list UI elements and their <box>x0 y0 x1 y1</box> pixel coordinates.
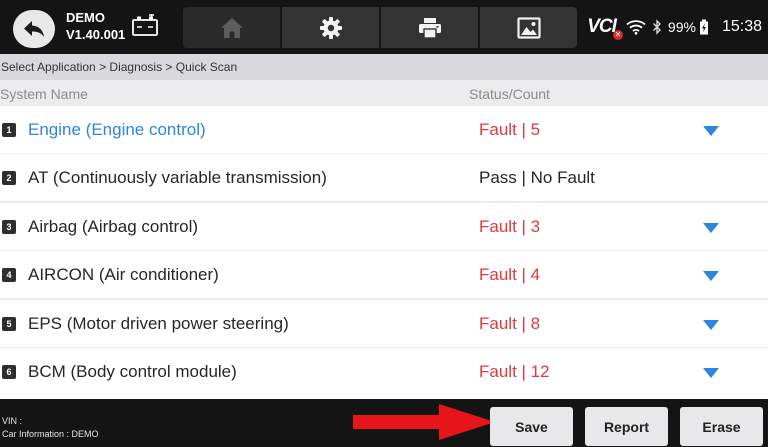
table-row[interactable]: 1 Engine (Engine control) Fault | 5 <box>0 106 768 153</box>
wifi-icon <box>626 19 646 35</box>
print-button[interactable] <box>381 7 480 48</box>
home-button[interactable] <box>183 7 282 48</box>
bottom-bar: VIN : Car Information : DEMO Save Report… <box>0 399 768 447</box>
row-index: 1 <box>2 123 16 137</box>
table-row[interactable]: 5 EPS (Motor driven power steering) Faul… <box>0 299 768 347</box>
row-index: 2 <box>2 171 16 186</box>
system-status: Fault | 5 <box>479 120 541 139</box>
vci-indicator: VCI ✕ <box>587 16 623 40</box>
home-icon <box>220 17 243 38</box>
clock: 15:38 <box>721 18 762 35</box>
vci-label: VCI <box>587 16 617 37</box>
top-bar: DEMO V1.40.001 VCI ✕ 99% 15:38 <box>0 0 768 54</box>
row-index: 5 <box>2 316 16 331</box>
vehicle-info: VIN : Car Information : DEMO <box>2 415 99 441</box>
table-header: System Name Status/Count <box>0 80 768 106</box>
expand-triangle-icon[interactable] <box>703 319 719 330</box>
table-row[interactable]: 4 AIRCON (Air conditioner) Fault | 4 <box>0 251 768 299</box>
save-button[interactable]: Save <box>490 407 573 446</box>
table-row[interactable]: 6 BCM (Body control module) Fault | 12 <box>0 347 768 395</box>
table-row[interactable]: 2 AT (Continuously variable transmission… <box>0 154 768 202</box>
system-status: Fault | 8 <box>479 313 541 333</box>
screenshot-button[interactable] <box>480 7 577 48</box>
row-index: 4 <box>2 268 16 283</box>
settings-button[interactable] <box>282 7 381 48</box>
erase-button[interactable]: Erase <box>680 407 763 446</box>
system-status: Fault | 12 <box>479 361 550 381</box>
column-system-name: System Name <box>0 86 88 102</box>
vci-disconnected-icon: ✕ <box>612 30 623 40</box>
system-name: AT (Continuously variable transmission) <box>28 168 327 188</box>
toolbar <box>183 7 577 48</box>
status-bar: VCI ✕ 99% 15:38 <box>587 14 762 40</box>
app-version: V1.40.001 <box>66 27 126 42</box>
column-status-count: Status/Count <box>469 86 550 102</box>
bluetooth-icon <box>652 19 662 35</box>
gear-icon <box>319 16 342 39</box>
system-status: Fault | 3 <box>479 216 541 236</box>
car-battery-icon <box>132 14 158 36</box>
system-name: AIRCON (Air conditioner) <box>28 265 219 285</box>
system-list: 1 Engine (Engine control) Fault | 5 2 AT… <box>0 106 768 395</box>
system-name: Engine (Engine control) <box>28 120 206 139</box>
image-icon <box>516 16 541 39</box>
row-index: 3 <box>2 219 16 234</box>
battery-percentage: 99% <box>667 19 696 35</box>
system-name: BCM (Body control module) <box>28 361 237 381</box>
printer-icon <box>418 17 441 39</box>
row-index: 6 <box>2 364 16 379</box>
red-arrow-annotation-icon <box>353 404 495 440</box>
app-info: DEMO V1.40.001 <box>66 9 125 43</box>
report-button[interactable]: Report <box>585 407 668 446</box>
breadcrumb: Select Application > Diagnosis > Quick S… <box>0 54 768 80</box>
system-name: EPS (Motor driven power steering) <box>28 313 289 333</box>
system-status: Pass | No Fault <box>479 168 595 188</box>
car-information: Car Information : DEMO <box>2 429 99 439</box>
vin-label: VIN : <box>2 416 23 426</box>
expand-triangle-icon[interactable] <box>703 126 719 136</box>
battery-charging-icon <box>699 19 709 35</box>
back-button[interactable] <box>13 10 55 48</box>
system-status: Fault | 4 <box>479 265 541 285</box>
app-name: DEMO <box>66 10 105 25</box>
back-arrow-icon <box>24 21 44 37</box>
system-name: Airbag (Airbag control) <box>28 216 199 236</box>
expand-triangle-icon[interactable] <box>703 271 719 282</box>
expand-triangle-icon[interactable] <box>703 367 719 378</box>
table-row[interactable]: 3 Airbag (Airbag control) Fault | 3 <box>0 202 768 250</box>
expand-triangle-icon[interactable] <box>703 222 719 233</box>
